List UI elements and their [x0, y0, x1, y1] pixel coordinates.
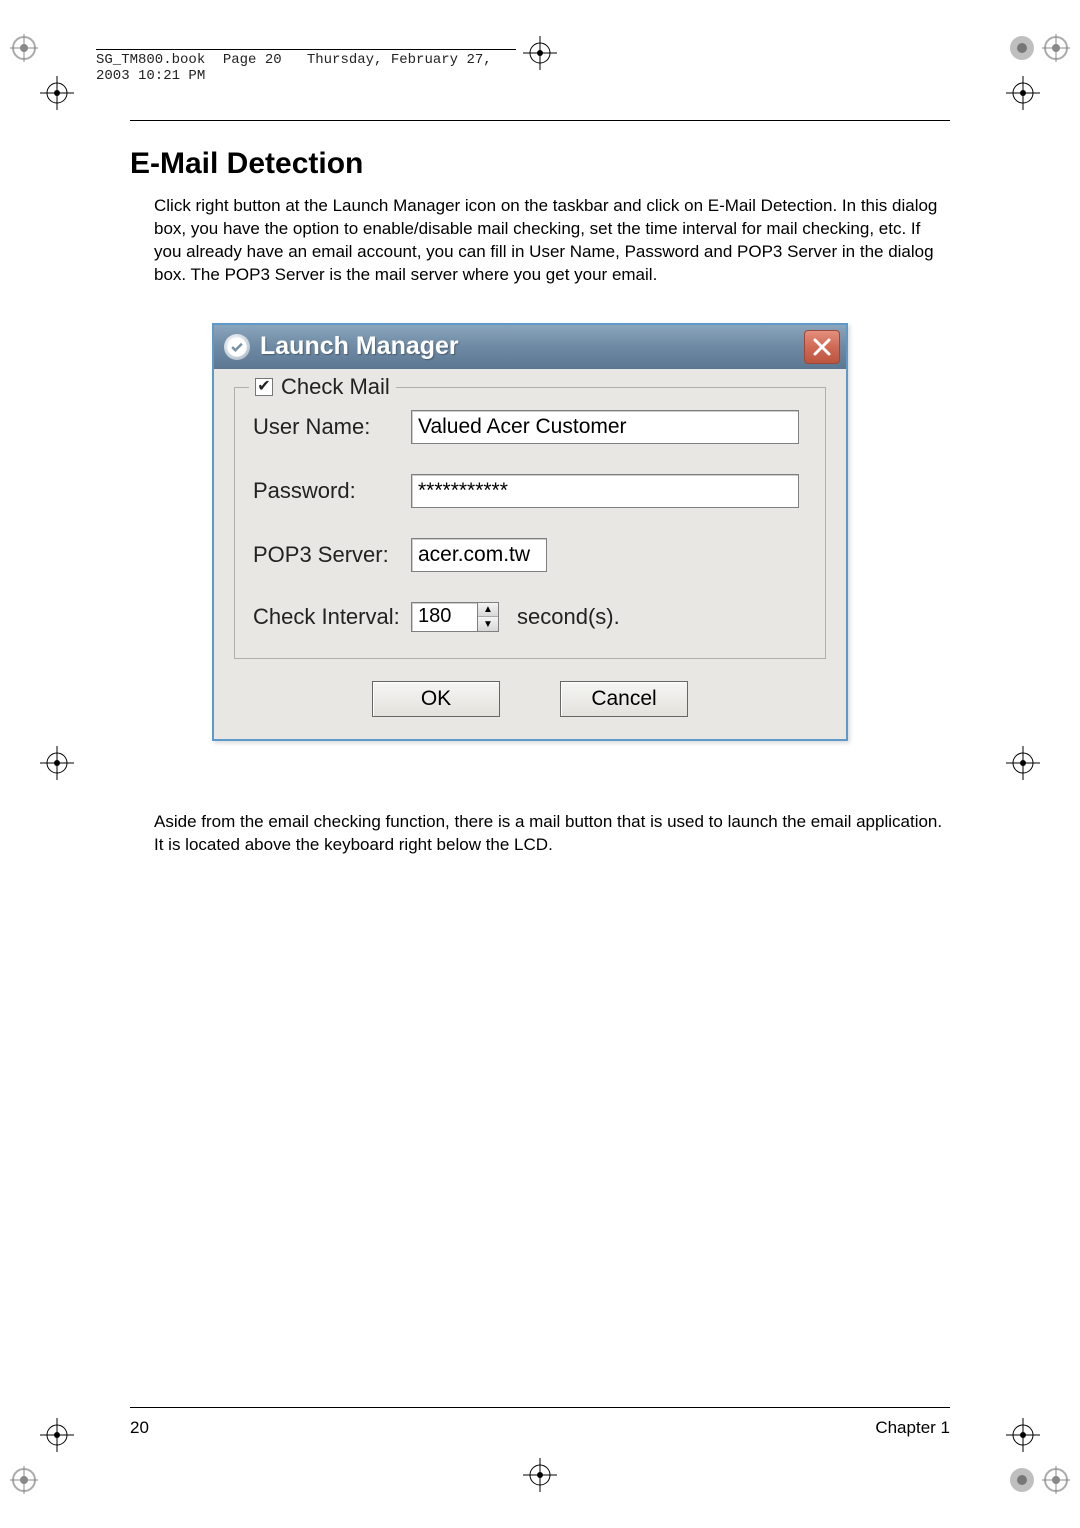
crosshair-icon — [1006, 76, 1040, 110]
password-label: Password: — [253, 478, 411, 504]
check-mail-label: Check Mail — [281, 374, 390, 400]
print-header: SG_TM800.book Page 20 Thursday, February… — [96, 49, 516, 67]
registration-mark-icon — [1008, 34, 1036, 62]
user-name-label: User Name: — [253, 414, 411, 440]
dialog-titlebar[interactable]: Launch Manager — [214, 325, 846, 369]
interval-input[interactable] — [411, 602, 477, 632]
interval-label: Check Interval: — [253, 604, 411, 630]
section-heading: E-Mail Detection — [130, 147, 950, 181]
launch-manager-dialog: Launch Manager ✔ Check Mail User Name: — [212, 323, 848, 741]
chapter-label: Chapter 1 — [875, 1418, 950, 1438]
pop3-label: POP3 Server: — [253, 542, 411, 568]
interval-unit-label: second(s). — [517, 604, 620, 630]
check-mail-checkbox[interactable]: ✔ — [255, 378, 273, 396]
page-footer: 20 Chapter 1 — [130, 1407, 950, 1438]
user-name-input[interactable] — [411, 410, 799, 444]
ok-button[interactable]: OK — [372, 681, 500, 717]
cancel-button[interactable]: Cancel — [560, 681, 688, 717]
checkmark-icon: ✔ — [257, 379, 270, 395]
dialog-title: Launch Manager — [260, 332, 804, 361]
crosshair-icon — [523, 36, 557, 70]
crosshair-icon — [1006, 1418, 1040, 1452]
app-icon — [224, 334, 250, 360]
crosshair-icon — [40, 746, 74, 780]
spin-up-button[interactable]: ▲ — [478, 603, 498, 618]
closing-paragraph: Aside from the email checking function, … — [154, 811, 950, 857]
registration-mark-icon — [1042, 1466, 1070, 1494]
registration-mark-icon — [10, 34, 38, 62]
check-mail-groupbox: ✔ Check Mail User Name: Password: POP3 S… — [234, 387, 826, 659]
registration-mark-icon — [1008, 1466, 1036, 1494]
spin-down-button[interactable]: ▼ — [478, 617, 498, 631]
crosshair-icon — [40, 76, 74, 110]
top-rule — [130, 120, 950, 121]
crosshair-icon — [40, 1418, 74, 1452]
interval-spinner[interactable]: ▲ ▼ — [411, 602, 499, 632]
crosshair-icon — [523, 1458, 557, 1492]
crosshair-icon — [1006, 746, 1040, 780]
print-filename: SG_TM800.book — [96, 52, 206, 68]
intro-paragraph: Click right button at the Launch Manager… — [154, 195, 950, 287]
password-input[interactable] — [411, 474, 799, 508]
page-number: 20 — [130, 1418, 149, 1438]
print-page-info: Page 20 — [223, 52, 282, 68]
pop3-server-input[interactable] — [411, 538, 547, 572]
registration-mark-icon — [1042, 34, 1070, 62]
registration-mark-icon — [10, 1466, 38, 1494]
close-button[interactable] — [804, 330, 840, 364]
check-mail-legend: ✔ Check Mail — [249, 374, 396, 400]
